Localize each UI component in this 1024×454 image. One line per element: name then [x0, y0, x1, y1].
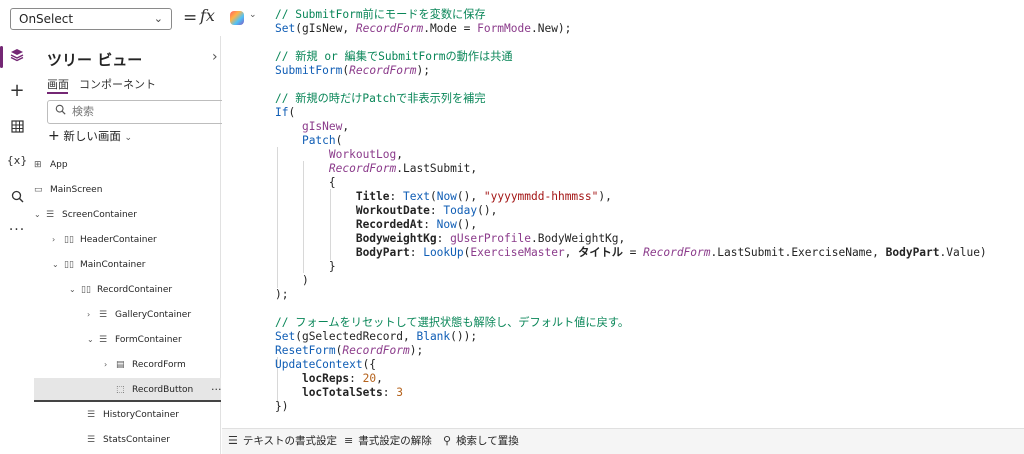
copilot-icon[interactable] [230, 11, 244, 25]
vertical-container-icon: ☰ [99, 335, 108, 345]
format-text-button[interactable]: ☰ テキストの書式設定 [228, 433, 337, 448]
chevron-right-icon[interactable]: › [87, 303, 99, 327]
tree-view-title: ツリー ビュー [47, 51, 143, 69]
more-icon[interactable]: ··· [0, 222, 34, 238]
code-number: 20 [362, 372, 377, 385]
tree-node-maincontainer[interactable]: ⌄ ▯▯ MainContainer [52, 253, 145, 277]
code-line: } [275, 260, 336, 273]
tree-node-statscontainer[interactable]: ☰ StatsContainer [87, 428, 170, 452]
code-line: Set(gSelectedRecord, Blank()); [275, 330, 478, 343]
code-line: Title: Text(Now(), "yyyymmdd-hhmmss"), [355, 190, 612, 203]
layers-icon[interactable] [0, 48, 34, 66]
chevron-down-icon[interactable]: ⌄ [52, 253, 64, 277]
code-comment: // SubmitForm前にモードを変数に保存 [275, 8, 486, 21]
tree-node-gallerycontainer[interactable]: › ☰ GalleryContainer [87, 303, 191, 327]
button-icon: ⬚ [116, 385, 125, 395]
vertical-container-icon: ☰ [87, 435, 96, 445]
vertical-container-icon: ☰ [87, 410, 96, 420]
code-comment: // 新規の時だけPatchで非表示列を補完 [275, 92, 486, 105]
property-dropdown[interactable]: OnSelect ⌄ [10, 8, 172, 30]
code-line: SubmitForm(RecordForm); [275, 64, 430, 77]
code-line: gIsNew, [301, 120, 350, 133]
vertical-container-icon: ☰ [99, 310, 108, 320]
tree-node-recordform[interactable]: › ▤ RecordForm [104, 353, 186, 377]
code-line: }) [275, 400, 289, 413]
code-line: Set(gIsNew, RecordForm.Mode = FormMode.N… [275, 22, 572, 35]
fx-icon[interactable]: fx [200, 6, 215, 25]
code-line: WorkoutLog, [328, 148, 403, 161]
tree-node-screencontainer[interactable]: ⌄ ☰ ScreenContainer [34, 203, 137, 227]
code-line: If( [275, 106, 296, 119]
code-number: 3 [396, 386, 404, 399]
new-screen-label: 新しい画面 [63, 129, 121, 143]
code-line: UpdateContext({ [275, 358, 377, 371]
editor-bottom-bar [222, 428, 1024, 454]
code-comment: // 新規 or 編集でSubmitFormの動作は共通 [275, 50, 513, 63]
form-icon: ▤ [116, 360, 125, 370]
search-icon: ⚲ [443, 434, 452, 447]
chevron-down-icon[interactable]: ⌄ [249, 10, 257, 20]
tab-components[interactable]: コンポーネント [79, 76, 156, 92]
search-icon [55, 104, 66, 118]
variables-icon[interactable]: {x} [0, 154, 34, 167]
remove-formatting-button[interactable]: ≡ 書式設定の解除 [344, 433, 432, 448]
code-line: RecordForm.LastSubmit, [328, 162, 478, 175]
tree-node-app[interactable]: ⊞ App [34, 153, 68, 177]
find-replace-button[interactable]: ⚲ 検索して置換 [443, 433, 519, 448]
screen-icon: ▭ [34, 185, 43, 195]
code-line: // 新規 or 編集でSubmitFormの動作は共通 [275, 50, 513, 64]
horizontal-container-icon: ▯▯ [64, 235, 74, 245]
code-line: WorkoutDate: Today(), [355, 204, 498, 217]
left-rail: + {x} ··· [0, 36, 34, 454]
plus-icon[interactable]: + [0, 80, 34, 101]
code-line: locReps: 20, [301, 372, 383, 385]
app-icon: ⊞ [34, 160, 42, 170]
equals-sign: = [183, 8, 198, 28]
chevron-right-icon[interactable]: › [104, 353, 116, 377]
code-line: // SubmitForm前にモードを変数に保存 [275, 8, 486, 22]
code-line: ); [275, 288, 289, 301]
format-text-icon: ☰ [228, 434, 238, 447]
tree-node-headercontainer[interactable]: › ▯▯ HeaderContainer [52, 228, 157, 252]
table-icon[interactable] [0, 120, 34, 137]
code-line: // フォームをリセットして選択状態も解除し、デフォルト値に戻す。 [275, 316, 629, 330]
tree-search-input[interactable]: 検索 [47, 100, 227, 124]
horizontal-container-icon: ▯▯ [81, 285, 91, 295]
code-line: // 新規の時だけPatchで非表示列を補完 [275, 92, 486, 106]
code-string: "yyyymmdd-hhmmss" [483, 190, 599, 203]
horizontal-container-icon: ▯▯ [64, 260, 74, 270]
chevron-down-icon[interactable]: ⌄ [69, 278, 81, 302]
tree-node-mainscreen[interactable]: ▭ MainScreen [34, 178, 102, 202]
code-comment: // フォームをリセットして選択状態も解除し、デフォルト値に戻す。 [275, 316, 630, 329]
tab-screens[interactable]: 画面 [47, 76, 69, 92]
remove-formatting-icon: ≡ [344, 434, 354, 447]
tree-node-recordbutton[interactable]: ⬚ RecordButton [116, 378, 193, 402]
code-line: { [275, 176, 336, 189]
node-more-options[interactable]: ··· [211, 383, 222, 396]
code-line: locTotalSets: 3 [301, 386, 404, 399]
code-line: BodyweightKg: gUserProfile.BodyWeightKg, [355, 232, 626, 245]
chevron-down-icon: ⌄ [153, 12, 163, 25]
tree-node-historycontainer[interactable]: ☰ HistoryContainer [87, 403, 179, 427]
code-line: ResetForm(RecordForm); [275, 344, 424, 357]
plus-icon: + [48, 128, 60, 144]
property-value: OnSelect [19, 12, 74, 26]
search-icon[interactable] [0, 190, 34, 207]
code-line: RecordedAt: Now(), [355, 218, 478, 231]
code-line: ) [275, 274, 309, 287]
collapse-panel-icon[interactable]: › [212, 49, 218, 65]
new-screen-button[interactable]: + 新しい画面 ⌄ [48, 128, 132, 144]
vertical-container-icon: ☰ [46, 210, 55, 220]
chevron-down-icon[interactable]: ⌄ [87, 328, 99, 352]
code-line: BodyPart: LookUp(ExerciseMaster, タイトル = … [355, 246, 987, 259]
tree-node-recordcontainer[interactable]: ⌄ ▯▯ RecordContainer [69, 278, 172, 302]
active-tab-underline [47, 92, 68, 94]
chevron-down-icon[interactable]: ⌄ [34, 203, 46, 227]
chevron-right-icon[interactable]: › [52, 228, 64, 252]
tree-node-formcontainer[interactable]: ⌄ ☰ FormContainer [87, 328, 182, 352]
code-line: Patch( [301, 134, 343, 147]
chevron-down-icon: ⌄ [124, 133, 133, 143]
